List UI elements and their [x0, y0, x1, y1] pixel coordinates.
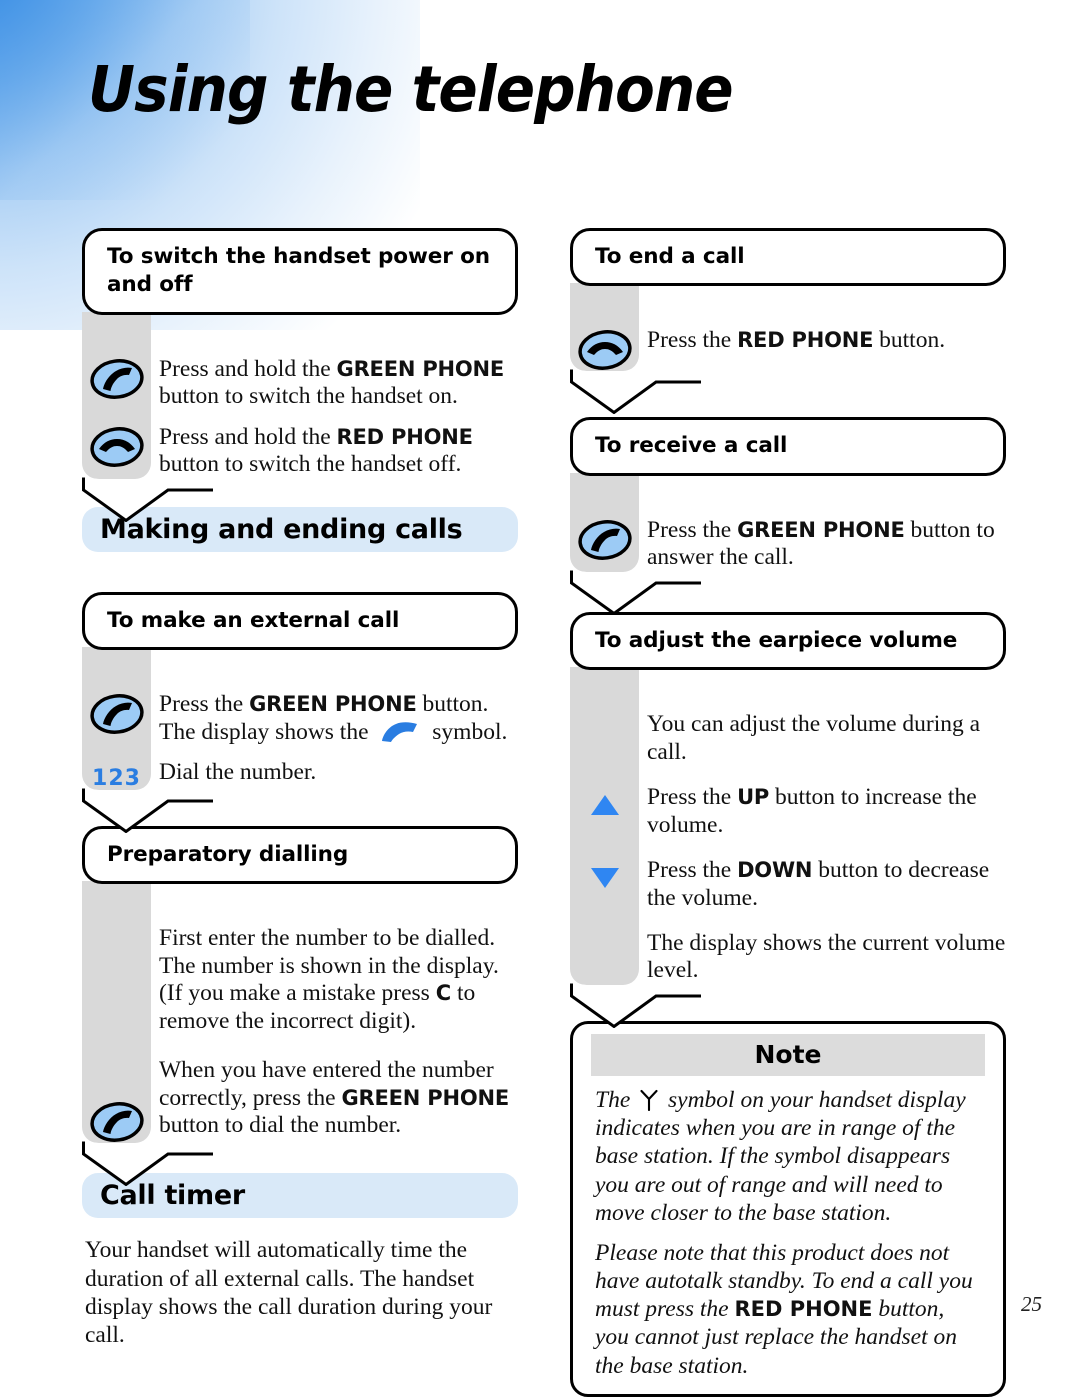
page-number: 25: [1021, 1292, 1042, 1316]
green-phone-icon: [89, 1102, 144, 1143]
bubble-tail-icon: [570, 569, 702, 615]
callout-rows: Press the GREEN PHONE button to answer t…: [570, 517, 1006, 572]
instruction-row: Press the UP button to increase the volu…: [570, 784, 1006, 839]
row-text: When you have entered the number correct…: [159, 1057, 510, 1139]
bubble-tail-icon: [82, 787, 214, 834]
row-text: Press the RED PHONE button.: [647, 327, 946, 354]
row-icon-slot: [82, 691, 151, 735]
instruction-row: The display shows the current volume lev…: [570, 930, 1006, 985]
callout-bubble: To receive a call: [570, 417, 1006, 476]
blue-handset-icon: [382, 721, 418, 742]
note-paragraph: Please note that this product does not h…: [595, 1239, 973, 1379]
callout-title: To switch the handset power on and off: [107, 244, 490, 298]
call-timer-paragraph: Your handset will automatically time the…: [85, 1237, 493, 1348]
instruction-row: Press the GREEN PHONE button to answer t…: [570, 517, 1006, 572]
row-text: Press and hold the RED PHONE button to s…: [159, 423, 473, 478]
row-icon-slot: [570, 930, 639, 932]
bubble-tail-icon: [570, 368, 702, 415]
instruction-row: First enter the number to be dialled. Th…: [82, 925, 518, 1035]
callout-receive-call: To receive a call Press the GREEN PHONE …: [570, 417, 1006, 615]
instruction-row: Press and hold the GREEN PHONE button to…: [82, 356, 518, 411]
manual-page: Using the telephone To switch the handse…: [0, 0, 1080, 1397]
callout-rows: First enter the number to be dialled. Th…: [82, 925, 518, 1143]
note-box: Note The symbol on your handset display …: [570, 1020, 1006, 1397]
callout-body: Press and hold the GREEN PHONE button to…: [82, 311, 518, 479]
callout-body: Press the RED PHONE button.: [570, 283, 1006, 372]
callout-end-call: To end a call Press the RED PHONE button…: [570, 228, 1006, 415]
left-column: To switch the handset power on and off P…: [82, 228, 518, 1349]
bubble-tail-icon: [82, 476, 214, 522]
callout-rows: Press and hold the GREEN PHONE button to…: [82, 356, 518, 479]
up-triangle-icon: [590, 795, 619, 816]
note-paragraph: The symbol on your handset display indic…: [595, 1086, 966, 1226]
callout-preparatory-dialling: Preparatory dialling First enter the num…: [82, 826, 518, 1187]
callout-bubble: To end a call: [570, 228, 1006, 287]
red-phone-icon: [577, 330, 632, 371]
instruction-row: Press the DOWN button to decrease the vo…: [570, 857, 1006, 912]
callout-bubble: To adjust the earpiece volume: [570, 611, 1006, 671]
page-title: Using the telephone: [88, 53, 734, 126]
row-text: Press the UP button to increase the volu…: [647, 784, 977, 838]
right-column: To end a call Press the RED PHONE button…: [570, 228, 1006, 1397]
note-header-label: Note: [754, 1040, 822, 1070]
callout-earpiece-volume: To adjust the earpiece volume You can ad…: [570, 611, 1006, 1028]
callout-body: First enter the number to be dialled. Th…: [82, 881, 518, 1144]
row-icon-slot: [82, 1057, 151, 1143]
row-text: Press the GREEN PHONE button. The displa…: [159, 691, 508, 745]
row-text: Press and hold the GREEN PHONE button to…: [159, 355, 505, 410]
callout-title: To receive a call: [595, 433, 788, 459]
digits-123-icon: 123: [92, 766, 141, 792]
green-phone-icon: [89, 358, 144, 399]
down-triangle-icon: [590, 868, 619, 889]
callout-body: Press the GREEN PHONE button to answer t…: [570, 472, 1006, 572]
row-text: Dial the number.: [159, 759, 317, 786]
row-text: First enter the number to be dialled. Th…: [159, 925, 499, 1034]
callout-bubble: Preparatory dialling: [82, 826, 518, 885]
row-icon-slot: 123: [82, 759, 151, 790]
callout-switch-power: To switch the handset power on and off P…: [82, 228, 518, 522]
callout-body: Press the GREEN PHONE button. The displa…: [82, 647, 518, 791]
bubble-tail-icon: [82, 1140, 214, 1187]
row-icon-slot: [570, 327, 639, 371]
green-phone-icon: [577, 519, 632, 560]
callout-rows: You can adjust the volume during a call.…: [570, 711, 1006, 985]
row-icon-slot: [82, 925, 151, 927]
row-text: You can adjust the volume during a call.: [647, 711, 981, 765]
red-phone-icon: [89, 426, 144, 467]
callout-bubble: To switch the handset power on and off: [82, 228, 518, 315]
row-icon-slot: [570, 711, 639, 713]
instruction-row: Press the GREEN PHONE button. The displa…: [82, 691, 518, 746]
instruction-row: 123 Dial the number.: [82, 759, 518, 790]
callout-title: To adjust the earpiece volume: [595, 627, 958, 653]
callout-external-call: To make an external call Press the GREEN…: [82, 591, 518, 834]
callout-rows: Press the GREEN PHONE button. The displa…: [82, 691, 518, 790]
note-body: The symbol on your handset display indic…: [583, 1076, 993, 1380]
callout-title: Preparatory dialling: [107, 842, 349, 868]
callout-title: To end a call: [595, 244, 745, 269]
instruction-row: Press and hold the RED PHONE button to s…: [82, 424, 518, 479]
row-icon-slot: [82, 424, 151, 468]
row-icon-slot: [82, 356, 151, 400]
green-phone-icon: [89, 694, 144, 734]
instruction-row: You can adjust the volume during a call.: [570, 711, 1006, 766]
row-icon-slot: [570, 857, 639, 890]
row-text: The display shows the current volume lev…: [647, 930, 1006, 984]
callout-title: To make an external call: [107, 607, 400, 633]
instruction-row: When you have entered the number correct…: [82, 1057, 518, 1143]
callout-rows: Press the RED PHONE button.: [570, 327, 1006, 371]
row-text: Press the DOWN button to decrease the vo…: [647, 857, 990, 911]
instruction-row: Press the RED PHONE button.: [570, 327, 1006, 371]
bubble-tail-icon: [570, 982, 702, 1028]
row-text: Press the GREEN PHONE button to answer t…: [647, 516, 995, 571]
antenna-icon: [640, 1089, 658, 1111]
row-icon-slot: [570, 784, 639, 817]
callout-body: You can adjust the volume during a call.…: [570, 667, 1006, 985]
note-header: Note: [591, 1033, 985, 1076]
row-icon-slot: [570, 517, 639, 561]
callout-bubble: To make an external call: [82, 591, 518, 651]
